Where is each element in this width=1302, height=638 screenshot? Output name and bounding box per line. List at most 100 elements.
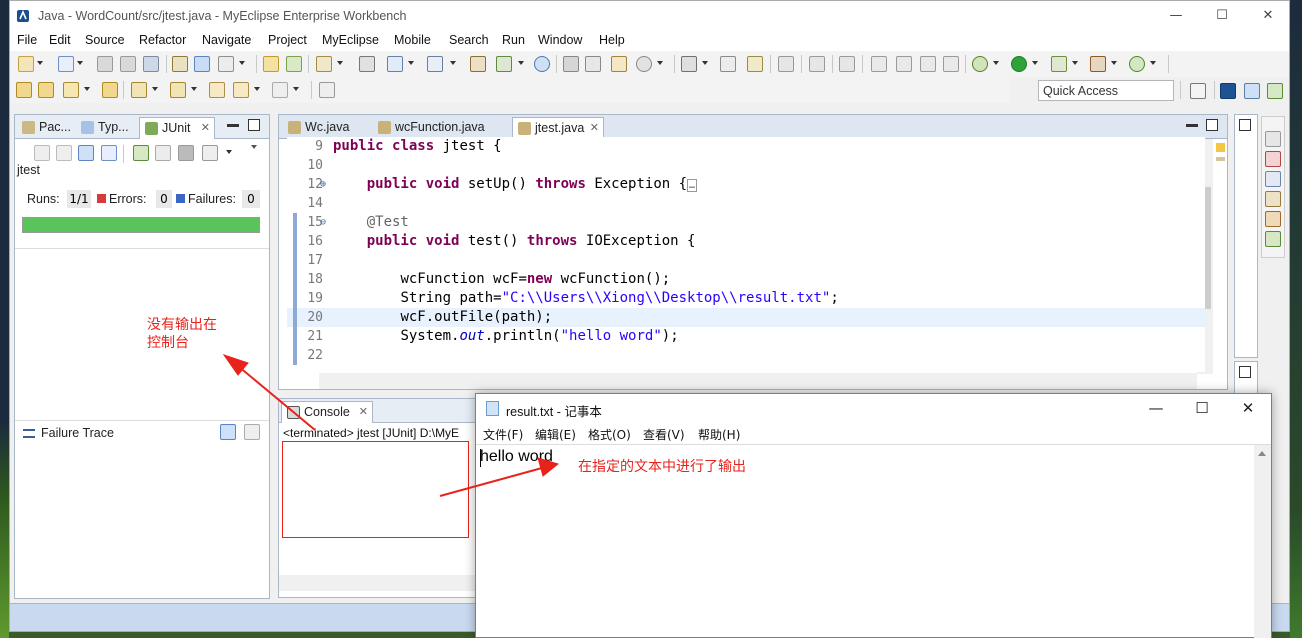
notepad-maximize-button[interactable]: ☐ bbox=[1179, 394, 1225, 422]
notepad-close-button[interactable]: ✕ bbox=[1225, 394, 1271, 422]
scroll-up-icon[interactable] bbox=[1258, 451, 1266, 456]
minimize-button[interactable]: — bbox=[1153, 1, 1199, 31]
open-type-icon[interactable] bbox=[38, 82, 54, 98]
maximize-view-icon[interactable] bbox=[1206, 119, 1218, 131]
coverage-icon[interactable] bbox=[1090, 56, 1106, 72]
view-menu-icon[interactable] bbox=[251, 145, 257, 149]
minimize-view-icon[interactable] bbox=[227, 124, 239, 127]
tab-console[interactable]: Console ✕ bbox=[281, 401, 373, 423]
bulb-icon[interactable] bbox=[263, 56, 279, 72]
test-tree[interactable] bbox=[15, 248, 269, 420]
servers-icon[interactable] bbox=[1265, 211, 1281, 227]
last-edit-icon[interactable] bbox=[209, 82, 225, 98]
chevron-down-icon[interactable] bbox=[408, 61, 414, 65]
chevron-down-icon[interactable] bbox=[518, 61, 524, 65]
camera-icon[interactable] bbox=[681, 56, 697, 72]
rerun-failed-icon[interactable] bbox=[155, 145, 171, 161]
chevron-down-icon[interactable] bbox=[1111, 61, 1117, 65]
hand-icon[interactable] bbox=[563, 56, 579, 72]
run-external-icon[interactable] bbox=[1051, 56, 1067, 72]
deploy-icon[interactable] bbox=[172, 56, 188, 72]
search-wizard-icon[interactable] bbox=[387, 56, 403, 72]
notepad-menu-help[interactable]: 帮助(H) bbox=[698, 426, 740, 443]
chevron-down-icon[interactable] bbox=[1032, 61, 1038, 65]
terminate-icon[interactable] bbox=[920, 56, 936, 72]
restore-icon[interactable] bbox=[1239, 366, 1251, 378]
chevron-down-icon[interactable] bbox=[84, 87, 90, 91]
menu-source[interactable]: Source bbox=[85, 33, 125, 47]
server-icon[interactable] bbox=[194, 56, 210, 72]
list-icon[interactable] bbox=[720, 56, 736, 72]
rerun-test-icon[interactable] bbox=[133, 145, 149, 161]
save-icon[interactable] bbox=[97, 56, 113, 72]
restore-icon[interactable] bbox=[1239, 119, 1251, 131]
editor-horizontal-scrollbar[interactable] bbox=[319, 373, 1197, 389]
print-icon[interactable] bbox=[143, 56, 159, 72]
chevron-down-icon[interactable] bbox=[993, 61, 999, 65]
chevron-down-icon[interactable] bbox=[191, 87, 197, 91]
chevron-down-icon[interactable] bbox=[77, 61, 83, 65]
menu-navigate[interactable]: Navigate bbox=[202, 33, 251, 47]
back-icon[interactable] bbox=[778, 56, 794, 72]
collapse-fold-icon[interactable]: ⊖ bbox=[320, 213, 326, 232]
open-task-icon[interactable] bbox=[102, 82, 118, 98]
open-folder-icon[interactable] bbox=[16, 82, 32, 98]
quick-access-input[interactable] bbox=[1038, 80, 1174, 101]
database-icon[interactable] bbox=[470, 56, 486, 72]
image-wizard-icon[interactable] bbox=[611, 56, 627, 72]
menu-refactor[interactable]: Refactor bbox=[139, 33, 186, 47]
inspect-icon[interactable] bbox=[427, 56, 443, 72]
menu-window[interactable]: Window bbox=[538, 33, 582, 47]
declaration-icon[interactable] bbox=[1265, 191, 1281, 207]
new-icon[interactable] bbox=[18, 56, 34, 72]
next-failure-icon[interactable] bbox=[34, 145, 50, 161]
new-project-icon[interactable] bbox=[58, 56, 74, 72]
next-annotation-icon[interactable] bbox=[131, 82, 147, 98]
close-tab-icon[interactable]: ✕ bbox=[359, 405, 368, 418]
maximize-button[interactable]: ☐ bbox=[1199, 1, 1245, 31]
tab-package-explorer[interactable]: Pac... bbox=[17, 117, 75, 139]
notepad-menu-edit[interactable]: 编辑(E) bbox=[535, 426, 576, 443]
menu-mobile[interactable]: Mobile bbox=[394, 33, 431, 47]
edit-icon[interactable] bbox=[286, 56, 302, 72]
format-icon[interactable] bbox=[747, 56, 763, 72]
resume-icon[interactable] bbox=[871, 56, 887, 72]
save-all-icon[interactable] bbox=[120, 56, 136, 72]
scroll-lock-icon[interactable] bbox=[101, 145, 117, 161]
back-nav-icon[interactable] bbox=[233, 82, 249, 98]
expand-fold-icon[interactable]: ⊕ bbox=[320, 175, 326, 194]
chevron-down-icon[interactable] bbox=[337, 61, 343, 65]
filter-trace-icon[interactable] bbox=[220, 424, 236, 440]
menu-search[interactable]: Search bbox=[449, 33, 489, 47]
notepad-vertical-scrollbar[interactable] bbox=[1254, 445, 1271, 638]
undo-icon[interactable] bbox=[809, 56, 825, 72]
edit-page-icon[interactable] bbox=[585, 56, 601, 72]
menu-help[interactable]: Help bbox=[599, 33, 625, 47]
menu-run[interactable]: Run bbox=[502, 33, 525, 47]
maximize-view-icon[interactable] bbox=[248, 119, 260, 131]
chevron-down-icon[interactable] bbox=[450, 61, 456, 65]
stop-icon[interactable] bbox=[178, 145, 194, 161]
compare-icon[interactable] bbox=[244, 424, 260, 440]
menu-file[interactable]: File bbox=[17, 33, 37, 47]
notepad-menu-format[interactable]: 格式(O) bbox=[588, 426, 631, 443]
problems-icon[interactable] bbox=[1265, 151, 1281, 167]
refresh-icon[interactable] bbox=[1129, 56, 1145, 72]
notepad-menu-view[interactable]: 查看(V) bbox=[643, 426, 685, 443]
tab-wc-java[interactable]: Wc.java bbox=[283, 117, 353, 139]
notepad-menu-file[interactable]: 文件(F) bbox=[483, 426, 523, 443]
new-wizard-icon[interactable] bbox=[316, 56, 332, 72]
previous-failure-icon[interactable] bbox=[56, 145, 72, 161]
minimize-view-icon[interactable] bbox=[1186, 124, 1198, 127]
chevron-down-icon[interactable] bbox=[1150, 61, 1156, 65]
test-history-icon[interactable] bbox=[202, 145, 218, 161]
forward-nav-icon[interactable] bbox=[272, 82, 288, 98]
tab-junit[interactable]: JUnit ✕ bbox=[139, 117, 215, 139]
chevron-down-icon[interactable] bbox=[1072, 61, 1078, 65]
tab-jtest-java[interactable]: jtest.java ✕ bbox=[512, 117, 604, 139]
pin-editor-icon[interactable] bbox=[319, 82, 335, 98]
hammer-icon[interactable] bbox=[218, 56, 234, 72]
myeclipse-perspective-icon[interactable] bbox=[1220, 83, 1236, 99]
chevron-down-icon[interactable] bbox=[239, 61, 245, 65]
close-tab-icon[interactable]: ✕ bbox=[590, 121, 599, 134]
